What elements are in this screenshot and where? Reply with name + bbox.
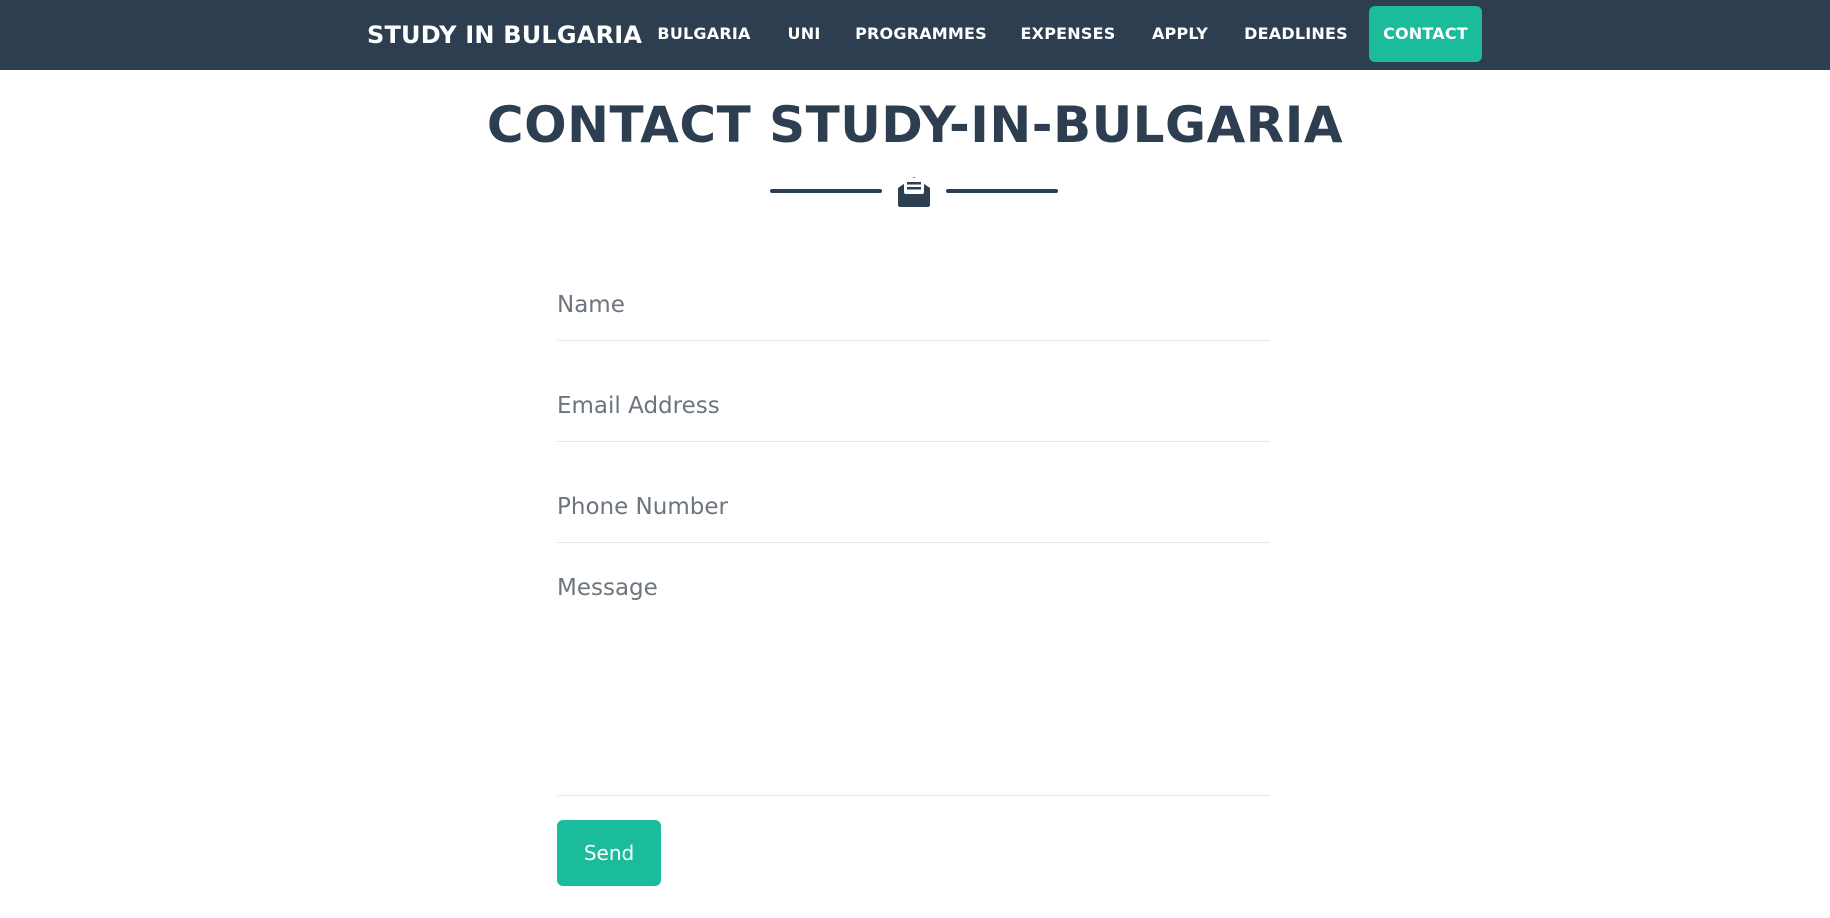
page-title: CONTACT STUDY-IN-BULGARIA (486, 96, 1344, 154)
brand-link[interactable]: STUDY IN BULGARIA (367, 0, 642, 70)
email-input[interactable] (557, 371, 1270, 441)
phone-field-group (557, 472, 1270, 543)
email-field-group (557, 371, 1270, 442)
nav-item-apply[interactable]: APPLY (1144, 6, 1216, 62)
nav-item-contact[interactable]: CONTACT (1369, 6, 1482, 62)
nav-item-uni[interactable]: UNI (780, 6, 828, 62)
name-input[interactable] (557, 270, 1270, 340)
nav-item-programmes[interactable]: PROGRAMMES (852, 6, 990, 62)
name-field-group (557, 270, 1270, 341)
divider-line-left (770, 189, 882, 193)
nav-item-deadlines[interactable]: DEADLINES (1240, 6, 1352, 62)
navbar: STUDY IN BULGARIA BULGARIA UNI PROGRAMME… (0, 0, 1830, 70)
envelope-open-text-icon (896, 172, 932, 208)
phone-input[interactable] (557, 472, 1270, 542)
message-field-group (557, 573, 1270, 796)
nav-item-bulgaria[interactable]: BULGARIA (650, 6, 758, 62)
nav-item-expenses[interactable]: EXPENSES (1016, 6, 1120, 62)
divider-line-right (946, 189, 1058, 193)
send-button[interactable]: Send (557, 820, 661, 886)
message-textarea[interactable] (557, 573, 1270, 795)
